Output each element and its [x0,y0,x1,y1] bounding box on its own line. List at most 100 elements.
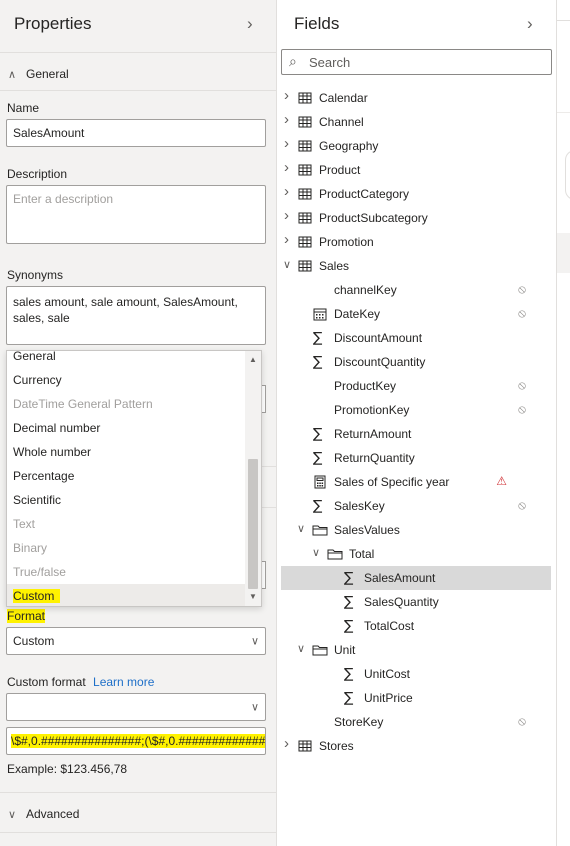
description-input[interactable]: Enter a description [6,185,266,244]
chevron-right-icon[interactable]: › [284,111,289,128]
chevron-right-icon[interactable]: › [284,159,289,176]
custom-format-select[interactable]: ∨ [6,693,266,721]
format-select[interactable]: Custom ∨ [6,627,266,655]
synonyms-input[interactable]: sales amount, sale amount, SalesAmount, … [6,286,266,345]
sigma-icon: ∑ [344,690,354,706]
chevron-right-icon[interactable]: › [284,207,289,224]
folder-salesvalues[interactable]: ∨ SalesValues [277,518,556,542]
field-item[interactable]: ∑ SalesAmount [281,566,551,590]
table-sales[interactable]: ∨ Sales [277,254,556,278]
custom-format-input[interactable]: \$#,0.###############;(\$#,0.###########… [6,727,266,755]
format-option-decimal-number[interactable]: Decimal number [7,416,245,440]
format-option-custom[interactable]: Custom [7,584,245,606]
format-option-currency[interactable]: Currency [7,368,245,392]
field-item[interactable]: ∑ DiscountQuantity [277,350,556,374]
field-name: SalesQuantity [364,595,439,609]
table-stores[interactable]: › Stores [277,734,556,758]
chevron-down-icon[interactable]: ∨ [283,258,291,271]
field-item[interactable]: StoreKey ⦸ [277,710,556,734]
field-item[interactable]: channelKey ⦸ [277,278,556,302]
field-item[interactable]: ∑ UnitCost [277,662,556,686]
field-item[interactable]: ∑ SalesQuantity [277,590,556,614]
field-name: Stores [319,739,354,753]
field-item[interactable]: ∑ SalesKey ⦸ [277,494,556,518]
table-calendar[interactable]: › Calendar [277,86,556,110]
collapse-fields-chevron-icon[interactable]: › [527,14,533,34]
hidden-eye-icon[interactable]: ⦸ [518,714,526,729]
chevron-right-icon[interactable]: › [284,735,289,752]
divider [262,466,277,467]
format-dropdown-scrollbar[interactable]: ▲ ▼ [245,351,261,606]
report-canvas-edge [556,0,570,846]
hidden-eye-icon[interactable]: ⦸ [518,402,526,417]
format-option-scientific[interactable]: Scientific [7,488,245,512]
table-product[interactable]: › Product [277,158,556,182]
chevron-right-icon[interactable]: › [284,135,289,152]
table-productcategory[interactable]: › ProductCategory [277,182,556,206]
field-item[interactable]: ProductKey ⦸ [277,374,556,398]
name-input[interactable]: SalesAmount [6,119,266,147]
field-item[interactable]: ∑ ReturnQuantity [277,446,556,470]
field-name: ProductKey [334,379,397,393]
scrollbar-thumb[interactable] [248,459,258,589]
field-name: ProductSubcategory [319,211,428,225]
field-name: ProductCategory [319,187,410,201]
format-option-true-false: True/false [13,565,66,579]
chevron-down-icon: ∨ [8,809,17,821]
format-option-whole-number[interactable]: Whole number [7,440,245,464]
field-name: SalesValues [334,523,400,537]
divider [0,792,277,793]
chevron-down-icon[interactable]: ∨ [312,546,320,559]
table-promotion[interactable]: › Promotion [277,230,556,254]
field-item[interactable]: DateKey ⦸ [277,302,556,326]
folder-total[interactable]: ∨ Total [277,542,556,566]
advanced-section-header[interactable]: ∨ Advanced [8,807,79,821]
fields-search-box[interactable]: ⌕ Search [281,49,552,75]
divider [557,20,570,21]
hidden-eye-icon[interactable]: ⦸ [518,498,526,513]
scroll-up-icon[interactable]: ▲ [245,353,261,367]
hidden-eye-icon[interactable]: ⦸ [518,378,526,393]
sigma-icon: ∑ [344,666,354,682]
format-example: Example: $123.456,78 [7,762,128,776]
general-section-header[interactable]: ∧ General [8,67,69,81]
format-option-percentage[interactable]: Percentage [7,464,245,488]
chevron-right-icon[interactable]: › [284,87,289,104]
chevron-down-icon[interactable]: ∨ [297,642,305,655]
folder-icon [312,643,328,657]
format-label-text: Format [7,609,46,623]
field-name: PromotionKey [334,403,410,417]
collapse-properties-chevron-icon[interactable]: › [247,14,253,34]
chevron-right-icon[interactable]: › [284,231,289,248]
field-item[interactable]: PromotionKey ⦸ [277,398,556,422]
scroll-down-icon[interactable]: ▼ [245,590,261,604]
format-option-general[interactable]: General [7,351,245,368]
table-icon [298,235,312,249]
field-item[interactable]: ∑ ReturnAmount [277,422,556,446]
folder-unit[interactable]: ∨ Unit [277,638,556,662]
field-name: TotalCost [364,619,415,633]
sigma-icon: ∑ [344,594,354,610]
canvas-visual-edge [565,150,570,200]
field-name: Geography [319,139,379,153]
field-name: SalesAmount [364,571,436,585]
table-geography[interactable]: › Geography [277,134,556,158]
field-item[interactable]: ∑ UnitPrice [277,686,556,710]
field-item[interactable]: ∑ TotalCost [277,614,556,638]
custom-format-input-text: \$#,0.###############;(\$#,0.###########… [11,734,265,748]
field-item[interactable]: ∑ DiscountAmount [277,326,556,350]
chevron-down-icon[interactable]: ∨ [297,522,305,535]
table-channel[interactable]: › Channel [277,110,556,134]
table-icon [298,163,312,177]
chevron-right-icon[interactable]: › [284,183,289,200]
field-item[interactable]: Sales of Specific year ⚠ [277,470,556,494]
learn-more-link[interactable]: Learn more [93,675,154,689]
divider [0,52,277,53]
format-select-value: Custom [13,634,55,648]
table-productsubcategory[interactable]: › ProductSubcategory [277,206,556,230]
format-dropdown-list[interactable]: General Currency DateTime General Patter… [6,350,262,607]
warning-icon[interactable]: ⚠ [496,474,507,488]
hidden-eye-icon[interactable]: ⦸ [518,306,526,321]
calculator-icon [313,475,327,489]
hidden-eye-icon[interactable]: ⦸ [518,282,526,297]
